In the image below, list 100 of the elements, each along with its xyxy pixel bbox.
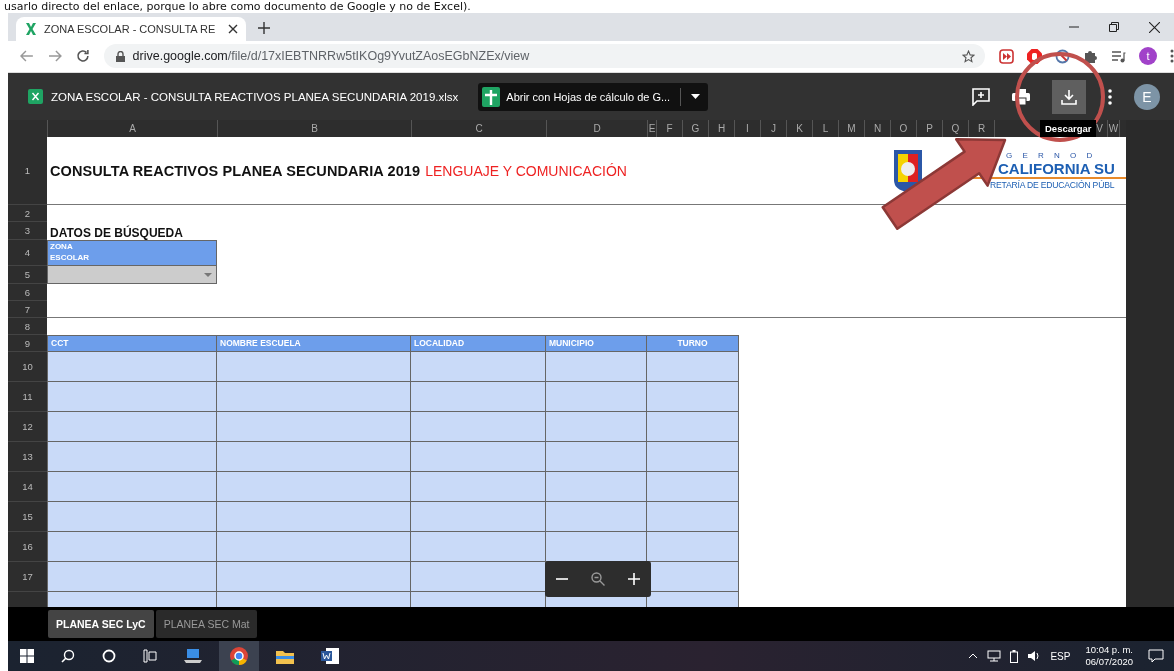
table-cell[interactable] [217,382,411,413]
column-header[interactable]: N [865,120,891,138]
laptop-icon[interactable] [184,648,202,664]
blocked-icon[interactable] [1055,48,1070,64]
column-header[interactable]: G [683,120,709,138]
table-cell[interactable] [546,382,647,413]
column-header[interactable]: V [1092,120,1108,138]
add-comment-icon[interactable] [972,87,990,106]
column-header[interactable]: W [1108,120,1120,138]
table-cell[interactable] [411,592,546,608]
table-cell[interactable] [217,442,411,473]
row-header[interactable]: 11 [8,382,47,413]
table-cell[interactable] [546,352,647,383]
back-icon[interactable] [20,50,34,63]
download-button[interactable] [1052,79,1086,114]
table-cell[interactable] [47,352,217,383]
table-cell[interactable] [47,592,217,608]
column-header[interactable]: C [412,120,547,138]
row-header[interactable]: 13 [8,442,47,473]
table-cell[interactable] [47,562,217,593]
table-cell[interactable] [411,562,546,593]
forward-icon[interactable] [47,50,62,63]
column-header[interactable]: D [547,120,648,138]
print-icon[interactable] [1012,88,1030,105]
table-cell[interactable] [47,532,217,563]
column-header[interactable]: A [48,120,218,138]
column-header[interactable]: R [969,120,995,138]
extension-icon[interactable] [999,48,1014,64]
table-cell[interactable] [647,352,739,383]
puzzle-icon[interactable] [1083,48,1098,64]
open-with-button[interactable]: Abrir con Hojas de cálculo de G... [478,82,709,111]
row-header[interactable]: 7 [8,301,47,319]
table-cell[interactable] [47,502,217,533]
table-cell[interactable] [217,562,411,593]
table-cell[interactable] [411,442,546,473]
row-header[interactable]: 1 [8,137,47,206]
table-cell[interactable] [647,442,739,473]
table-cell[interactable] [546,412,647,443]
row-header[interactable]: 14 [8,472,47,503]
table-cell[interactable] [647,502,739,533]
table-cell[interactable] [47,412,217,443]
language-indicator[interactable]: ESP [1050,650,1071,662]
table-cell[interactable] [217,502,411,533]
restore-icon[interactable] [1109,22,1119,32]
task-view-icon[interactable] [143,649,157,663]
table-cell[interactable] [217,352,411,383]
table-cell[interactable] [647,472,739,503]
speaker-icon[interactable] [1027,650,1042,662]
zoom-out-icon[interactable] [556,578,569,581]
dropdown-cell[interactable] [47,266,217,285]
row-header[interactable]: 12 [8,412,47,443]
row-header[interactable]: 3 [8,222,47,241]
row-header[interactable]: 16 [8,532,47,563]
circle-icon[interactable] [102,649,116,663]
table-cell[interactable] [647,412,739,443]
table-cell[interactable] [411,532,546,563]
table-cell[interactable] [217,412,411,443]
table-cell[interactable] [411,382,546,413]
column-header[interactable]: O [891,120,917,138]
row-header[interactable]: 6 [8,284,47,302]
row-header[interactable]: 10 [8,352,47,383]
search-icon[interactable] [61,649,75,663]
windows-start-icon[interactable] [20,649,34,663]
row-header[interactable]: 15 [8,502,47,533]
browser-taskbar-button[interactable] [219,641,259,671]
table-cell[interactable] [546,442,647,473]
column-header[interactable]: E [648,120,657,138]
column-header[interactable]: P [917,120,943,138]
browser-tab[interactable]: ZONA ESCOLAR - CONSULTA RE [16,16,246,41]
folder-icon[interactable] [276,648,294,664]
battery-icon[interactable] [1010,649,1019,663]
close-window-icon[interactable] [1149,22,1160,33]
notifications-icon[interactable] [1148,649,1164,663]
table-cell[interactable] [647,592,739,608]
row-header[interactable]: 8 [8,318,47,336]
new-tab-icon[interactable] [258,21,270,34]
column-header[interactable]: F [657,120,683,138]
table-cell[interactable] [411,352,546,383]
table-cell[interactable] [217,592,411,608]
chevron-up-icon[interactable] [968,653,979,659]
column-header[interactable]: L [813,120,839,138]
more-icon[interactable] [1108,88,1112,105]
column-header[interactable]: K [787,120,813,138]
table-cell[interactable] [546,472,647,503]
playlist-icon[interactable] [1111,48,1126,64]
table-cell[interactable] [47,472,217,503]
table-cell[interactable] [546,532,647,563]
column-header[interactable]: J [761,120,787,138]
column-header[interactable]: I [735,120,761,138]
table-cell[interactable] [217,532,411,563]
column-header[interactable]: Q [943,120,969,138]
column-header[interactable]: M [839,120,865,138]
table-cell[interactable] [647,382,739,413]
table-cell[interactable] [47,382,217,413]
row-header[interactable]: 2 [8,205,47,223]
row-header[interactable]: 4 [8,240,47,267]
row-header[interactable]: 5 [8,266,47,285]
profile-avatar[interactable]: t [1139,47,1157,66]
zoom-in-icon[interactable] [627,573,640,586]
table-cell[interactable] [411,412,546,443]
